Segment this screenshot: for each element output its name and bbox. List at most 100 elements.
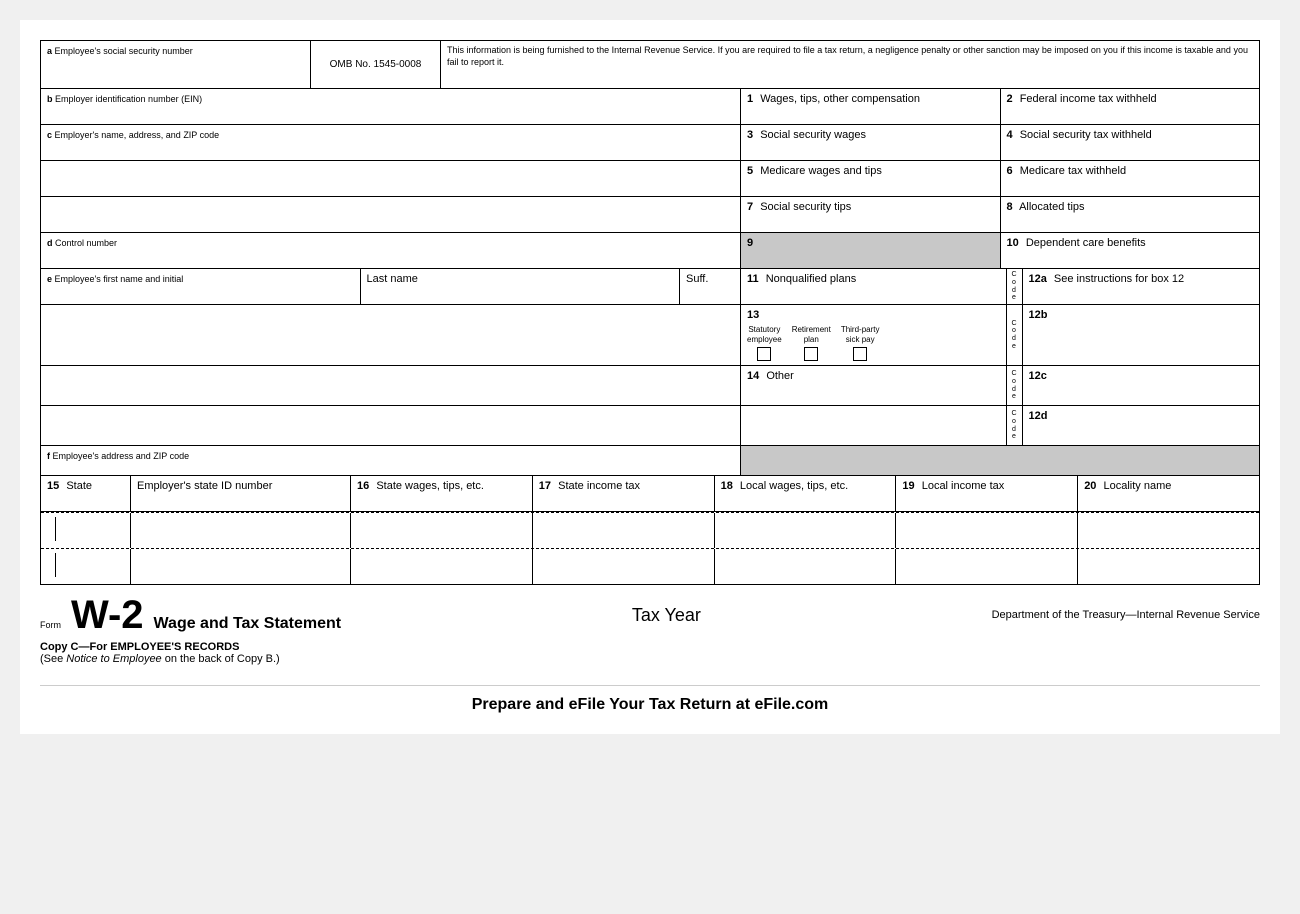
- emp-first-name: e Employee's first name and initial: [41, 269, 361, 304]
- cell-employer-cont: [41, 161, 741, 196]
- page-wrapper: a Employee's social security number OMB …: [20, 20, 1280, 734]
- cell-state-data2: [41, 549, 131, 584]
- cell-employer-name: c Employer's name, address, and ZIP code: [41, 125, 741, 160]
- row-employer-name: c Employer's name, address, and ZIP code…: [41, 125, 1259, 161]
- efile-banner: Prepare and eFile Your Tax Return at eFi…: [40, 685, 1260, 714]
- form-label: Form: [40, 620, 61, 630]
- cell-empty-14b: [741, 406, 1007, 445]
- cell-box2: 2 Federal income tax withheld: [1001, 89, 1260, 124]
- w2-form: a Employee's social security number OMB …: [40, 40, 1260, 585]
- checkbox-row: Statutory employee Retirement plan: [747, 321, 1000, 361]
- cell-ein: b Employer identification number (EIN): [41, 89, 741, 124]
- cell-box10: 10 Dependent care benefits: [1001, 233, 1260, 268]
- row-employer-cont2: 7 Social security tips 8 Allocated tips: [41, 197, 1259, 233]
- row-state-data2: [41, 548, 1259, 584]
- cell-box7: 7 Social security tips: [741, 197, 1001, 232]
- cell-box18: 18 Local wages, tips, etc.: [715, 476, 897, 511]
- cell-omb: OMB No. 1545-0008: [311, 41, 441, 88]
- cell-box17-data2: [533, 549, 715, 584]
- emp-last-name: Last name: [361, 269, 681, 304]
- box13-label: 13: [747, 309, 1000, 321]
- cell-box8: 8 Allocated tips: [1001, 197, 1260, 232]
- cell-box12a: Code 12a See instructions for box 12: [1007, 269, 1260, 304]
- cell-box12b: Code 12b: [1007, 305, 1260, 365]
- form-w2-left: Form W-2 Wage and Tax Statement: [40, 595, 341, 635]
- cell-box4: 4 Social security tax withheld: [1001, 125, 1260, 160]
- cell-box17-data1: [533, 513, 715, 548]
- cell-box6: 6 Medicare tax withheld: [1001, 161, 1260, 196]
- row-f-addr: f Employee's address and ZIP code: [41, 446, 1259, 476]
- row-emp-name: e Employee's first name and initial Last…: [41, 269, 1259, 305]
- row-control: d Control number 9 10 Dependent care ben…: [41, 233, 1259, 269]
- cell-box20-data2: [1078, 549, 1259, 584]
- row-box13: 13 Statutory employee Retirement plan: [41, 305, 1259, 366]
- cell-box12d: Code 12d: [1007, 406, 1260, 445]
- form-w2-title: W-2: [71, 595, 144, 635]
- cell-state-id-data2: [131, 549, 351, 584]
- cell-state-id: Employer's state ID number: [131, 476, 351, 511]
- thirdparty-checkbox[interactable]: [853, 347, 867, 361]
- cell-box13: 13 Statutory employee Retirement plan: [741, 305, 1007, 365]
- box12d-code: Code: [1007, 406, 1023, 445]
- cell-box5: 5 Medicare wages and tips: [741, 161, 1001, 196]
- irs-footer: Department of the Treasury—Internal Reve…: [992, 609, 1260, 621]
- row-ssn: a Employee's social security number OMB …: [41, 41, 1259, 89]
- row-state-data1: [41, 512, 1259, 548]
- cell-box17: 17 State income tax: [533, 476, 715, 511]
- box12c-val: 12c: [1023, 366, 1260, 405]
- row-box12d: Code 12d: [41, 406, 1259, 446]
- cell-box19-data1: [896, 513, 1078, 548]
- cell-box16-data2: [351, 549, 533, 584]
- cell-box14: 14 Other: [741, 366, 1007, 405]
- cell-box12c: Code 12c: [1007, 366, 1260, 405]
- copy-title: Copy C—For EMPLOYEE'S RECORDS: [40, 641, 1260, 653]
- row-box14: 14 Other Code 12c: [41, 366, 1259, 406]
- box12a-val: 12a See instructions for box 12: [1023, 269, 1260, 304]
- cell-box20-data1: [1078, 513, 1259, 548]
- ssn-label: a Employee's social security number: [47, 46, 193, 56]
- cell-f-addr: f Employee's address and ZIP code: [41, 446, 741, 475]
- form-title-row: Form W-2 Wage and Tax Statement Tax Year…: [40, 595, 1260, 635]
- cell-emp-name-outer: e Employee's first name and initial Last…: [41, 269, 741, 304]
- copy-subtitle: (See Notice to Employee on the back of C…: [40, 653, 1260, 665]
- footer: Form W-2 Wage and Tax Statement Tax Year…: [40, 595, 1260, 714]
- statutory-checkbox[interactable]: [757, 347, 771, 361]
- cell-emp-addr3: [41, 406, 741, 445]
- cell-emp-addr: [41, 305, 741, 365]
- cell-state-id-data1: [131, 513, 351, 548]
- copy-info: Copy C—For EMPLOYEE'S RECORDS (See Notic…: [40, 641, 1260, 665]
- cell-box16-data1: [351, 513, 533, 548]
- cell-box16: 16 State wages, tips, etc.: [351, 476, 533, 511]
- cell-box18-data1: [715, 513, 897, 548]
- cell-box19-data2: [896, 549, 1078, 584]
- box12c-code: Code: [1007, 366, 1023, 405]
- cell-box18-data2: [715, 549, 897, 584]
- box12b-code: Code: [1007, 305, 1023, 365]
- emp-name-row: e Employee's first name and initial Last…: [41, 269, 740, 304]
- row-employer-cont: 5 Medicare wages and tips 6 Medicare tax…: [41, 161, 1259, 197]
- cell-box3: 3 Social security wages: [741, 125, 1001, 160]
- cell-box20: 20 Locality name: [1078, 476, 1259, 511]
- box12d-val: 12d: [1023, 406, 1260, 445]
- cell-box19: 19 Local income tax: [896, 476, 1078, 511]
- employer-name-label: c Employer's name, address, and ZIP code: [47, 130, 219, 140]
- cell-irs-notice: This information is being furnished to t…: [441, 41, 1259, 88]
- cell-control: d Control number: [41, 233, 741, 268]
- cell-box11: 11 Nonqualified plans: [741, 269, 1007, 304]
- ein-label: b Employer identification number (EIN): [47, 94, 202, 104]
- cell-box1: 1 Wages, tips, other compensation: [741, 89, 1001, 124]
- box12a-code: Code: [1007, 269, 1023, 304]
- checkbox-statutory: Statutory employee: [747, 325, 782, 361]
- cell-ssn: a Employee's social security number: [41, 41, 311, 88]
- cell-box15-state: 15 State: [41, 476, 131, 511]
- checkbox-thirdparty: Third-party sick pay: [841, 325, 880, 361]
- control-label: d Control number: [47, 238, 117, 248]
- cell-state-data1: [41, 513, 131, 548]
- retirement-checkbox[interactable]: [804, 347, 818, 361]
- box12b-val: 12b: [1023, 305, 1260, 365]
- cell-emp-addr2: [41, 366, 741, 405]
- row-state-headers: 15 State Employer's state ID number 16 S…: [41, 476, 1259, 512]
- tax-year: Tax Year: [632, 605, 701, 626]
- cell-employer-cont2: [41, 197, 741, 232]
- emp-suff: Suff.: [680, 269, 740, 304]
